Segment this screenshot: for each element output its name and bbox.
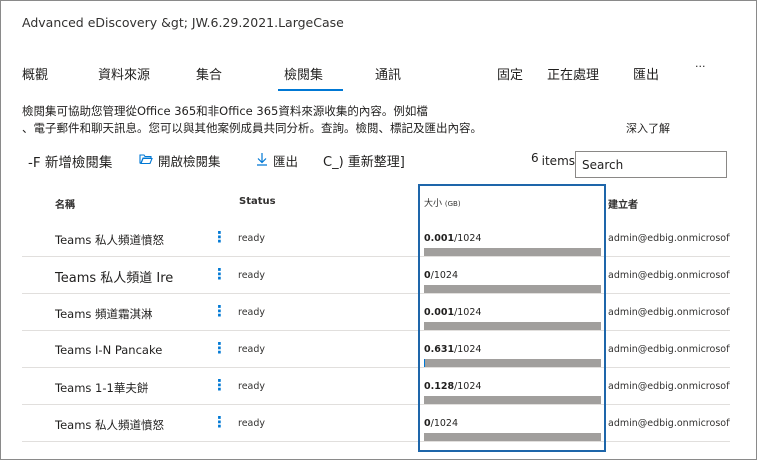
new-review-set-button[interactable]: -F 新增檢閱集 [28,151,112,171]
row-creator: admin@edbig.onmicrosoft.c [608,233,730,244]
size-progress-bar [424,359,601,367]
column-header-name[interactable]: 名稱 [55,196,75,211]
more-options-icon[interactable]: ⋮ [212,378,227,393]
refresh-button[interactable]: C_) 重新整理] [323,151,405,170]
search-input[interactable] [575,151,727,178]
row-status: ready [238,233,266,244]
row-size-value: 0 [424,418,431,429]
download-icon [256,152,268,170]
row-size-value: 0.001 [424,233,455,244]
row-size-value: 0 [424,270,431,281]
row-size: 0.128/1024 [424,381,481,392]
open-review-set-label: 開啟檢閱集 [158,154,221,169]
tab-holds[interactable]: 固定 [497,64,523,83]
table-row[interactable]: Teams 私人頻道憤怒 ⋮ ready 0/1024 admin@edbig.… [22,405,730,442]
tab-review-sets[interactable]: 檢閱集 [277,64,344,91]
size-progress-bar [424,248,601,256]
description-line-1: 檢閱集可協助您管理從Office 365和非Office 365資料來源收集的內… [22,104,428,118]
row-size-total: /1024 [454,233,482,244]
more-options-icon[interactable]: ⋮ [212,415,227,430]
learn-more-link[interactable]: 深入了解 [626,120,670,136]
table-row[interactable]: Teams 1-1華夫餅 ⋮ ready 0.128/1024 admin@ed… [22,368,730,405]
size-progress-bar [424,322,601,330]
table-row[interactable]: Teams 私人頻道 Ire ⋮ ready 0/1024 admin@edbi… [22,257,730,294]
row-creator: admin@edbig.onmicrosoft.c [608,418,730,429]
tab-processing[interactable]: 正在處理 [547,64,599,83]
row-status: ready [238,307,266,318]
tab-data-sources[interactable]: 資料來源 [98,64,150,83]
row-size-value: 0.001 [424,307,455,318]
export-button[interactable]: 匯出 [256,151,298,170]
size-progress-bar [424,433,601,441]
tab-overview[interactable]: 概觀 [22,64,48,83]
row-size-total: /1024 [454,344,482,355]
folder-open-icon [139,153,153,169]
row-creator: admin@edbig.onmicrosoft.c [608,381,730,392]
row-name[interactable]: Teams I-N Pancake [55,343,162,357]
row-size-value: 0.128 [424,381,455,392]
column-header-status[interactable]: Status [239,196,276,207]
open-review-set-button[interactable]: 開啟檢閱集 [139,151,221,170]
column-header-size-label: 大小 [424,199,443,209]
table-row[interactable]: Teams 私人頻道憤怒 ⋮ ready 0.001/1024 admin@ed… [22,220,730,257]
export-label: 匯出 [273,154,299,169]
row-name[interactable]: Teams 1-1華夫餅 [55,380,148,396]
table-row[interactable]: Teams I-N Pancake ⋮ ready 0.631/1024 adm… [22,331,730,368]
row-size: 0.631/1024 [424,344,481,355]
size-progress-bar [424,396,601,404]
row-size-total: /1024 [430,270,459,281]
row-name[interactable]: Teams 私人頻道憤怒 [55,232,164,248]
column-header-size-unit: (GB) [444,200,461,208]
row-size-value: 0.631 [424,344,455,355]
item-count-number: 6 [531,151,539,165]
row-size: 0.001/1024 [424,307,481,318]
new-review-set-label: -F 新增檢閱集 [28,155,113,171]
more-options-icon[interactable]: ⋮ [212,267,227,282]
row-size: 0.001/1024 [424,233,481,244]
more-tabs-button[interactable]: ··· [695,60,706,73]
more-options-icon[interactable]: ⋮ [212,230,227,245]
row-creator: admin@edbig.onmicrosoft.c [608,307,730,318]
row-status: ready [238,344,266,355]
row-name[interactable]: Teams 私人頻道 Ire [55,267,173,286]
row-name[interactable]: Teams 頻道霜淇淋 [55,306,153,322]
row-size-total: /1024 [454,307,482,318]
tab-collections[interactable]: 集合 [196,64,222,83]
tab-exports[interactable]: 匯出 [633,64,659,83]
column-header-creator[interactable]: 建立者 [608,196,638,211]
size-progress-bar [424,285,601,293]
row-status: ready [238,381,266,392]
row-size-total: /1024 [454,381,482,392]
breadcrumb[interactable]: Advanced eDiscovery &gt; JW.6.29.2021.La… [22,15,344,30]
row-name[interactable]: Teams 私人頻道憤怒 [55,417,164,433]
refresh-label: C_) 重新整理] [323,155,405,170]
tab-communications[interactable]: 通訊 [375,64,401,83]
column-header-size[interactable]: 大小 (GB) [424,196,461,209]
row-size: 0/1024 [424,270,458,281]
more-options-icon[interactable]: ⋮ [212,341,227,356]
row-status: ready [238,418,266,429]
row-size-total: /1024 [430,418,459,429]
row-size: 0/1024 [424,418,458,429]
table-row[interactable]: Teams 頻道霜淇淋 ⋮ ready 0.001/1024 admin@edb… [22,294,730,331]
row-status: ready [238,270,266,281]
more-options-icon[interactable]: ⋮ [212,304,227,319]
row-creator: admin@edbig.onmicrosoft.c [608,344,730,355]
row-creator: admin@edbig.onmicrosoft.c [608,270,730,281]
description-line-2: 、電子郵件和聊天訊息。您可以與其他案例成員共同分析。查詢。檢閱、標記及匯出內容。 [22,121,482,135]
